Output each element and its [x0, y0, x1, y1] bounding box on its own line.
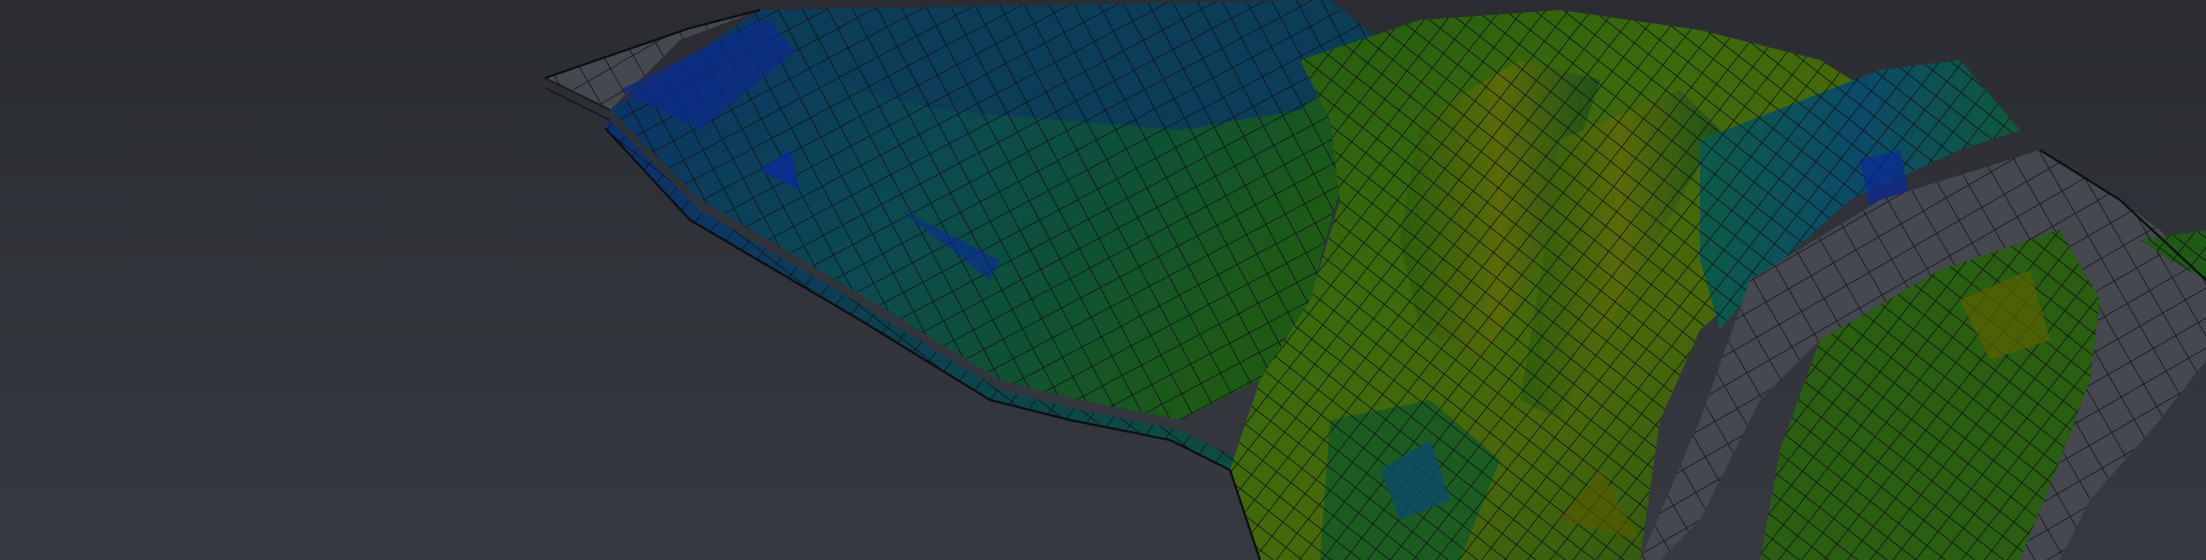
fea-mesh-render [0, 0, 2206, 560]
mesh-canvas [544, 0, 2206, 560]
